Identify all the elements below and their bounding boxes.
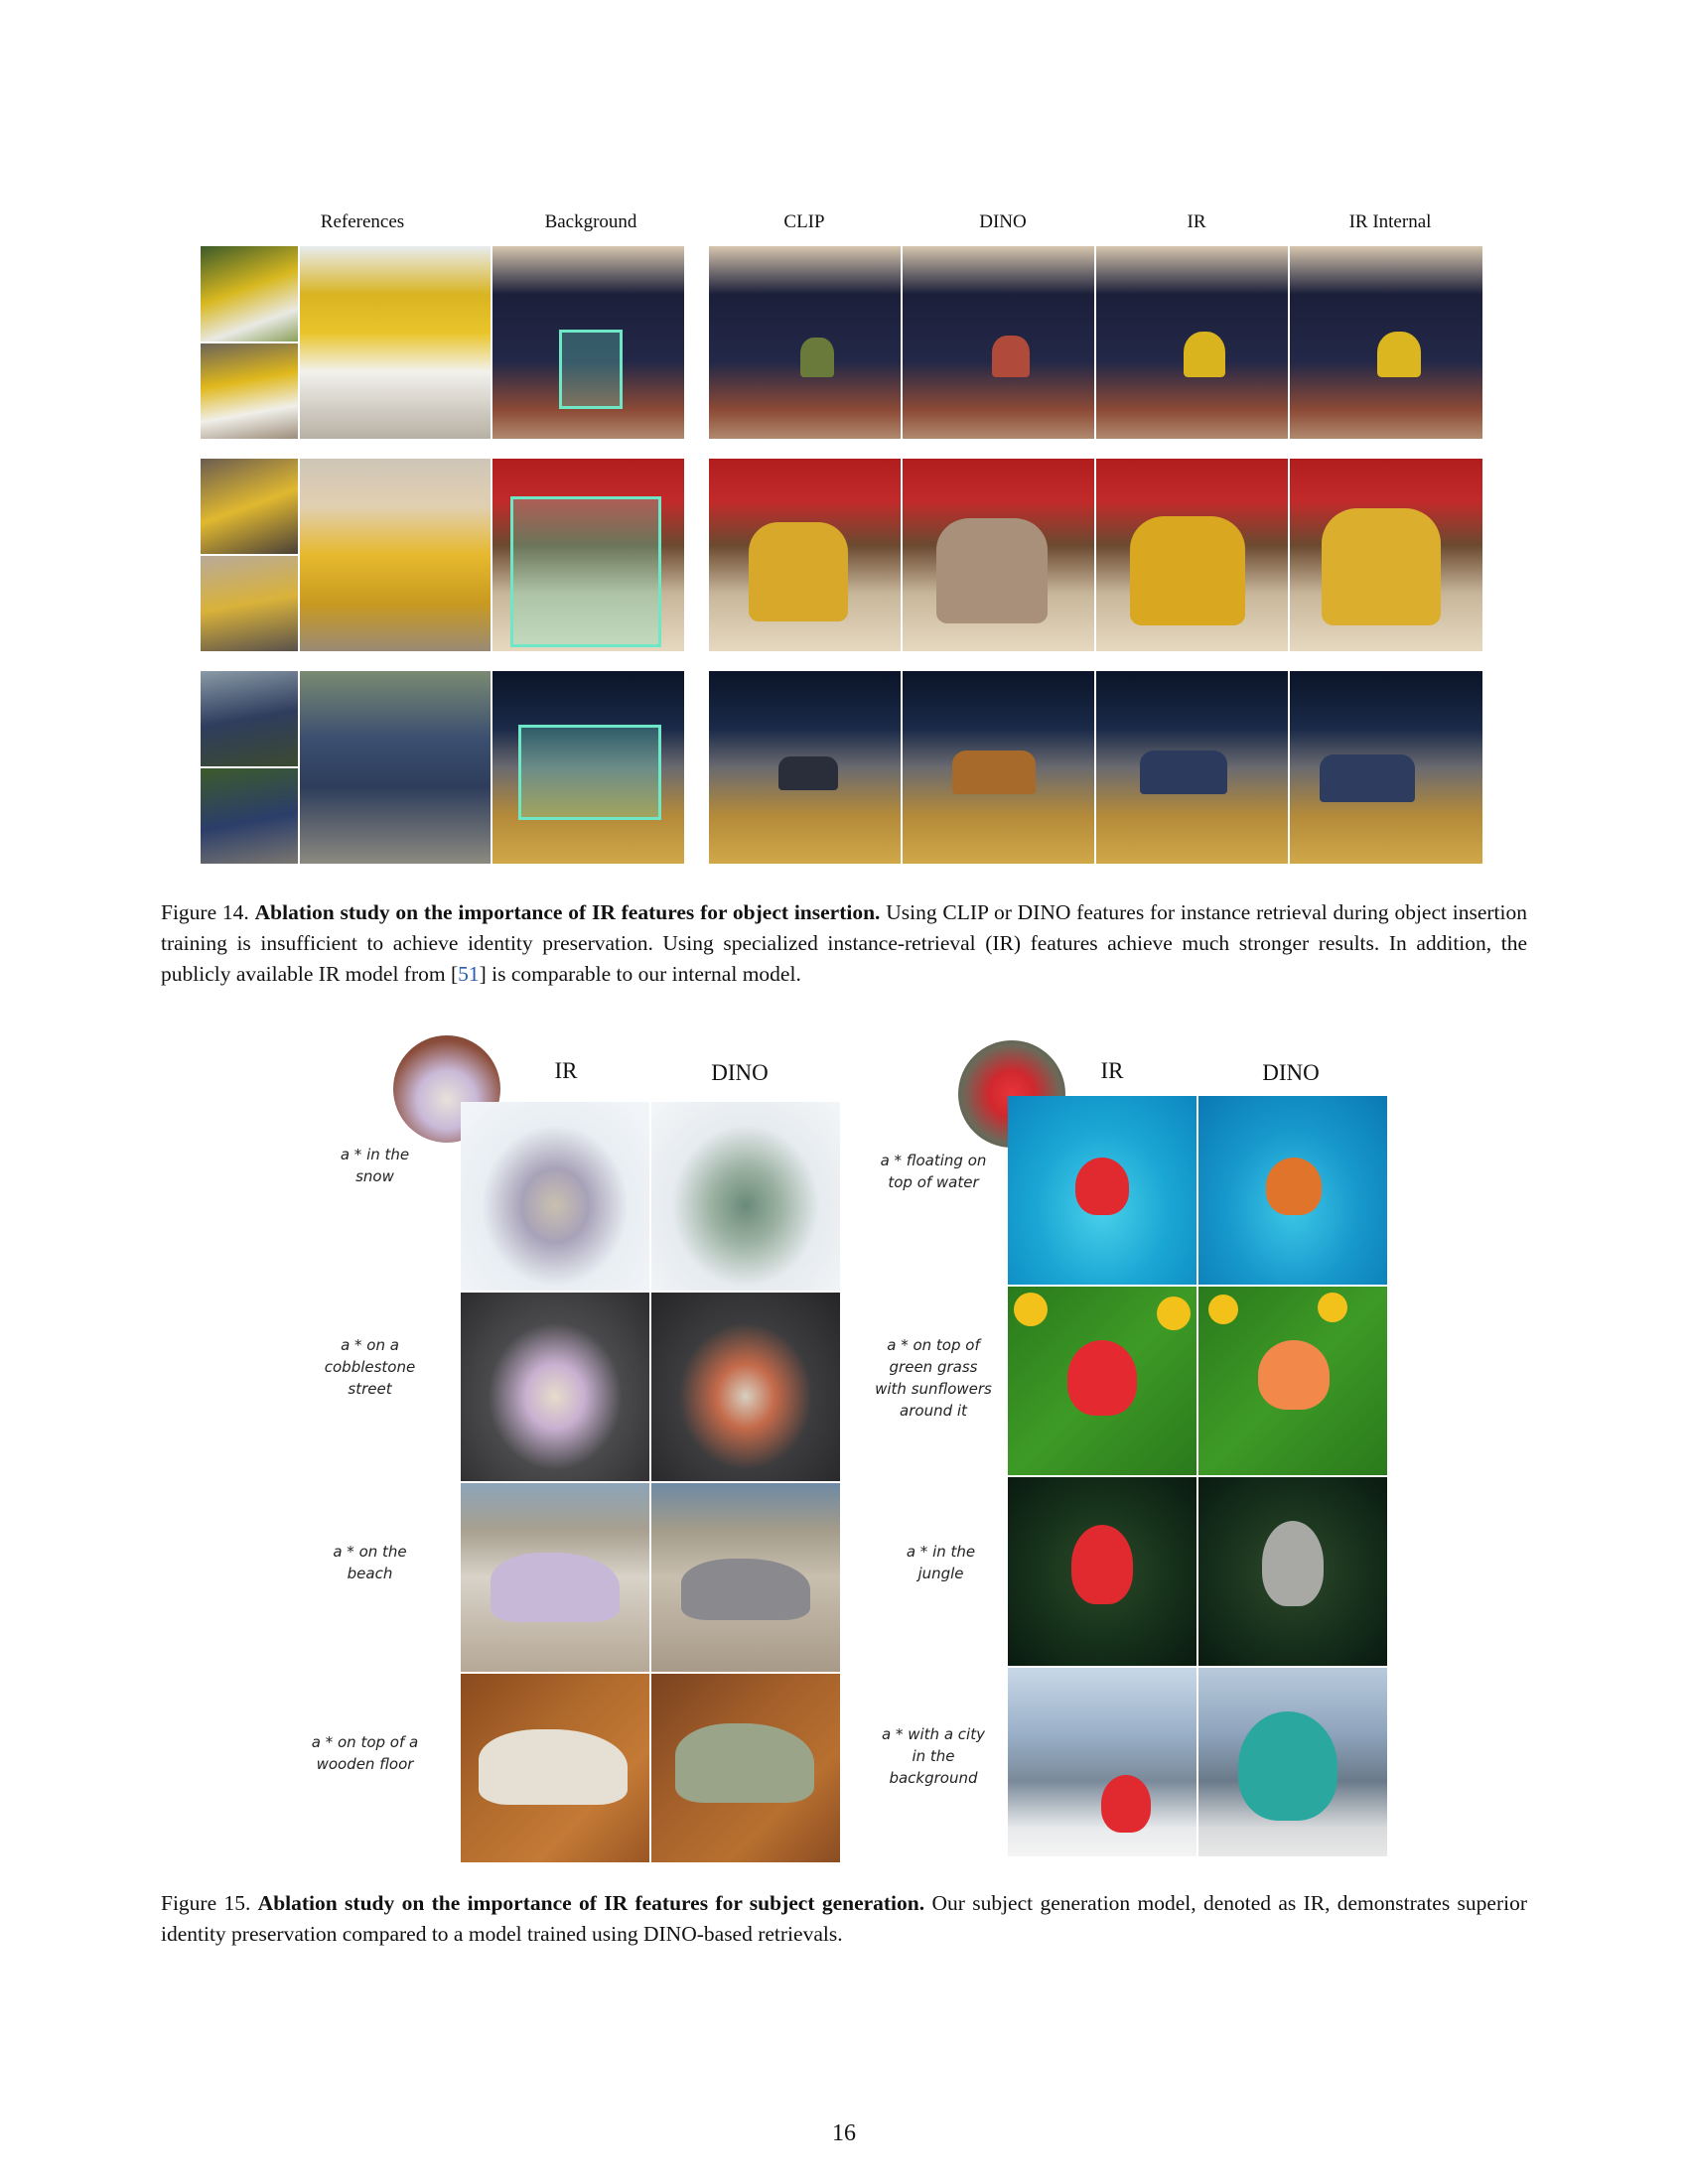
prompt-label: a * on top of green grass with sunflower… [875,1336,992,1420]
col-header-dino: DINO [1262,1060,1320,1085]
generated-dino-image [651,1293,840,1481]
generated-ir-image [1008,1477,1196,1666]
caption-title: Ablation study on the importance of IR f… [257,1891,925,1915]
col-header-background: Background [544,211,637,232]
insertion-bbox [559,330,623,409]
result-clip-image [709,246,901,439]
col-header-ir: IR [1100,1058,1124,1083]
insertion-bbox [510,496,661,647]
generated-ir-image [1008,1287,1196,1475]
generated-dino-image [1198,1668,1387,1856]
generated-ir-image [1008,1668,1196,1856]
generated-ir-image [461,1293,649,1481]
prompt-label: a * on top of a wooden floor [311,1733,419,1773]
col-header-references: References [320,211,405,232]
col-header-clip: CLIP [783,211,825,232]
prompt-label: a * on the beach [333,1543,407,1582]
result-ir-internal-image [1290,246,1482,439]
result-ir-image [1096,671,1288,864]
col-header-ir-internal: IR Internal [1348,211,1432,232]
result-ir-image [1096,459,1288,651]
generated-ir-image [1008,1096,1196,1285]
insertion-bbox [518,725,661,820]
prompt-label: a * on a cobblestone street [324,1336,416,1398]
reference-image [201,768,298,864]
prompt-label: a * floating on top of water [880,1152,987,1191]
generated-dino-image [1198,1096,1387,1285]
background-image [492,459,684,651]
caption-title: Ablation study on the importance of IR f… [254,900,881,924]
result-ir-internal-image [1290,459,1482,651]
reference-image [201,246,298,341]
reference-closeup-image [300,671,491,864]
col-header-ir: IR [1187,211,1206,232]
reference-image [201,343,298,439]
reference-closeup-image [300,246,491,439]
result-dino-image [903,246,1094,439]
result-ir-internal-image [1290,671,1482,864]
result-ir-image [1096,246,1288,439]
fig14-caption: Figure 14. Ablation study on the importa… [161,897,1527,990]
prompt-label: a * in the snow [340,1146,410,1185]
generated-ir-image [461,1483,649,1672]
caption-body: ] is comparable to our internal model. [479,962,801,986]
generated-ir-image [461,1102,649,1291]
generated-dino-image [651,1102,840,1291]
reference-image [201,671,298,766]
reference-image [201,556,298,651]
page-number: 16 [832,2120,856,2146]
col-header-dino: DINO [711,1060,769,1085]
prompt-label: a * with a city in the background [882,1725,985,1787]
reference-closeup-image [300,459,491,651]
caption-label: Figure 15. [161,1891,251,1915]
citation-link[interactable]: 51 [458,962,480,986]
fig15-caption: Figure 15. Ablation study on the importa… [161,1888,1527,1950]
result-dino-image [903,459,1094,651]
result-clip-image [709,671,901,864]
background-image [492,671,684,864]
generated-dino-image [1198,1477,1387,1666]
background-image [492,246,684,439]
generated-ir-image [461,1674,649,1862]
result-clip-image [709,459,901,651]
reference-image [201,459,298,554]
generated-dino-image [651,1483,840,1672]
col-header-dino: DINO [979,211,1027,232]
col-header-ir: IR [554,1058,578,1083]
result-dino-image [903,671,1094,864]
prompt-label: a * in the jungle [906,1543,976,1582]
caption-label: Figure 14. [161,900,249,924]
generated-dino-image [1198,1287,1387,1475]
generated-dino-image [651,1674,840,1862]
